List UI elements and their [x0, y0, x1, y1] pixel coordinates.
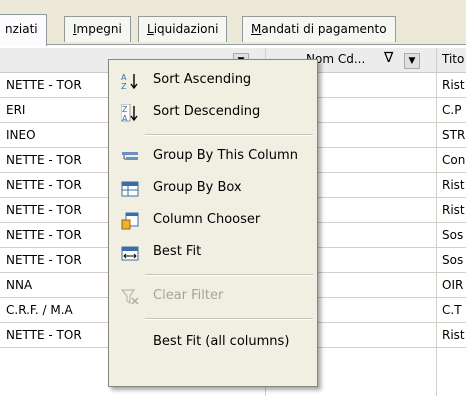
menu-item-column-chooser[interactable]: Column Chooser — [109, 206, 317, 234]
menu-item-label: Clear Filter — [153, 288, 224, 303]
tab-impegni[interactable]: Impegni — [64, 16, 131, 42]
table-cell: Rist — [442, 78, 465, 92]
menu-item-best-fit[interactable]: Best Fit — [109, 238, 317, 266]
column-header-label: Tito — [442, 52, 465, 66]
tab-label: mpegni — [76, 22, 122, 36]
svg-text:Z: Z — [122, 105, 128, 114]
menu-item-best-fit-all-columns[interactable]: Best Fit (all columns) — [109, 328, 317, 356]
table-cell: Sos — [442, 253, 464, 267]
tab-finanziati[interactable]: nziati — [0, 14, 47, 46]
tab-label: andati di pagamento — [261, 22, 387, 36]
table-cell: STR — [442, 128, 466, 142]
filter-dropdown-icon[interactable]: ▼ — [404, 53, 420, 69]
table-cell: Rist — [442, 203, 465, 217]
column-context-menu: A Z Sort Ascending Z A Sort Descending G… — [108, 59, 318, 387]
table-cell: C.T — [442, 303, 462, 317]
tab-strip: nziati Impegni Liquidazioni Mandati di p… — [0, 0, 466, 46]
menu-separator — [145, 318, 313, 320]
table-cell: Con — [442, 153, 466, 167]
grid-header-col3[interactable]: Tito — [437, 48, 466, 73]
svg-text:Z: Z — [121, 82, 127, 90]
table-cell: C.P — [442, 103, 462, 117]
table-cell: OIR — [442, 278, 464, 292]
menu-item-label: Group By Box — [153, 180, 242, 195]
sort-ascending-icon: A Z — [121, 73, 138, 90]
menu-item-label: Group By This Column — [153, 148, 298, 163]
menu-item-label: Best Fit (all columns) — [153, 334, 290, 349]
menu-item-sort-ascending[interactable]: A Z Sort Ascending — [109, 66, 317, 94]
menu-item-group-by-column[interactable]: Group By This Column — [109, 142, 317, 170]
tab-baseline — [0, 44, 466, 45]
column-chooser-icon — [121, 212, 139, 230]
group-by-column-icon — [122, 152, 138, 160]
tab-mandati-di-pagamento[interactable]: Mandati di pagamento — [242, 16, 396, 42]
svg-text:A: A — [122, 114, 128, 122]
menu-item-label: Sort Ascending — [153, 72, 252, 87]
menu-item-label: Column Chooser — [153, 212, 261, 227]
best-fit-icon — [121, 246, 139, 261]
menu-item-label: Sort Descending — [153, 104, 261, 119]
clear-filter-icon — [121, 289, 139, 305]
table-cell: Rist — [442, 328, 465, 342]
svg-text:A: A — [121, 73, 127, 82]
menu-item-group-by-box[interactable]: Group By Box — [109, 174, 317, 202]
tab-liquidazioni[interactable]: Liquidazioni — [138, 16, 228, 42]
table-cell: Sos — [442, 228, 464, 242]
filter-icon[interactable]: ∇ — [384, 50, 393, 66]
tab-label: iquidazioni — [153, 22, 219, 36]
tab-mnemonic: M — [251, 22, 262, 36]
tab-mnemonic: L — [147, 22, 154, 36]
sort-descending-icon: Z A — [121, 104, 138, 122]
menu-separator — [145, 274, 313, 276]
menu-item-label: Best Fit — [153, 244, 202, 259]
table-cell: Rist — [442, 178, 465, 192]
group-by-box-icon — [121, 181, 139, 197]
menu-item-clear-filter: Clear Filter — [109, 282, 317, 310]
tab-label: nziati — [5, 22, 38, 36]
menu-item-sort-descending[interactable]: Z A Sort Descending — [109, 98, 317, 126]
menu-separator — [145, 134, 313, 136]
